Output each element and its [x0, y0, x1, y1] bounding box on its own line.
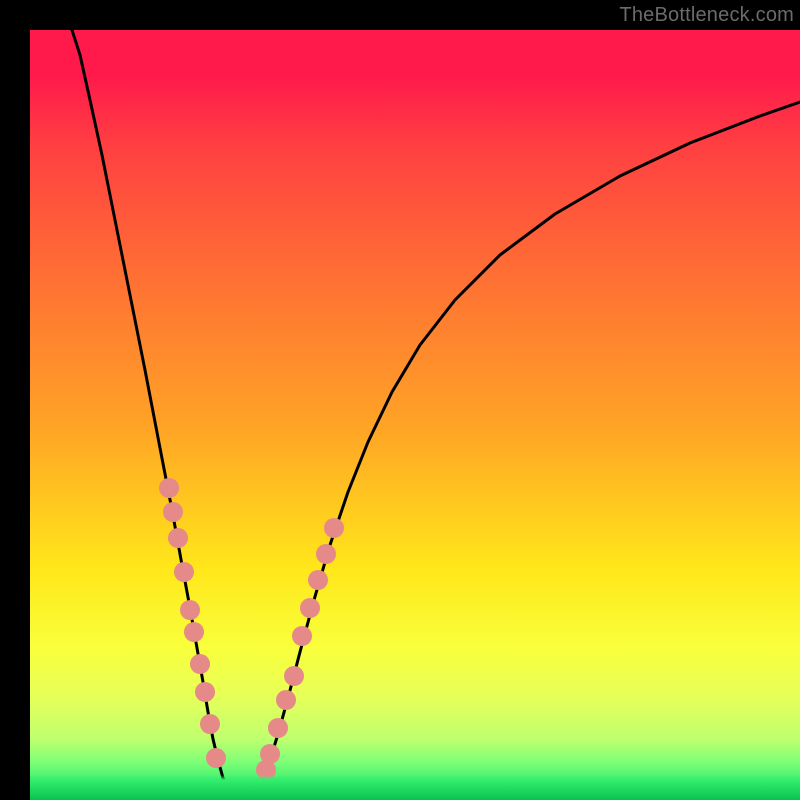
data-marker	[316, 544, 336, 564]
data-marker	[174, 562, 194, 582]
data-marker	[163, 502, 183, 522]
data-marker	[195, 682, 215, 702]
bottom-marker-bar	[220, 785, 262, 800]
data-marker	[300, 598, 320, 618]
plot-gradient-area	[30, 30, 800, 800]
data-marker	[180, 600, 200, 620]
data-marker	[308, 570, 328, 590]
data-marker	[292, 626, 312, 646]
data-marker	[159, 478, 179, 498]
data-marker	[200, 714, 220, 734]
data-marker	[184, 622, 204, 642]
series-right-branch	[258, 102, 800, 795]
data-marker	[324, 518, 344, 538]
v-curve	[72, 30, 800, 795]
data-marker	[276, 690, 296, 710]
curve-layer	[30, 30, 800, 800]
data-marker	[168, 528, 188, 548]
data-marker	[190, 654, 210, 674]
marker-cluster	[159, 478, 344, 800]
chart-frame: TheBottleneck.com	[0, 0, 800, 800]
data-marker	[206, 748, 226, 768]
series-left-branch	[72, 30, 230, 795]
data-marker	[284, 666, 304, 686]
watermark-text: TheBottleneck.com	[619, 4, 794, 27]
data-marker	[268, 718, 288, 738]
data-marker	[260, 744, 280, 764]
